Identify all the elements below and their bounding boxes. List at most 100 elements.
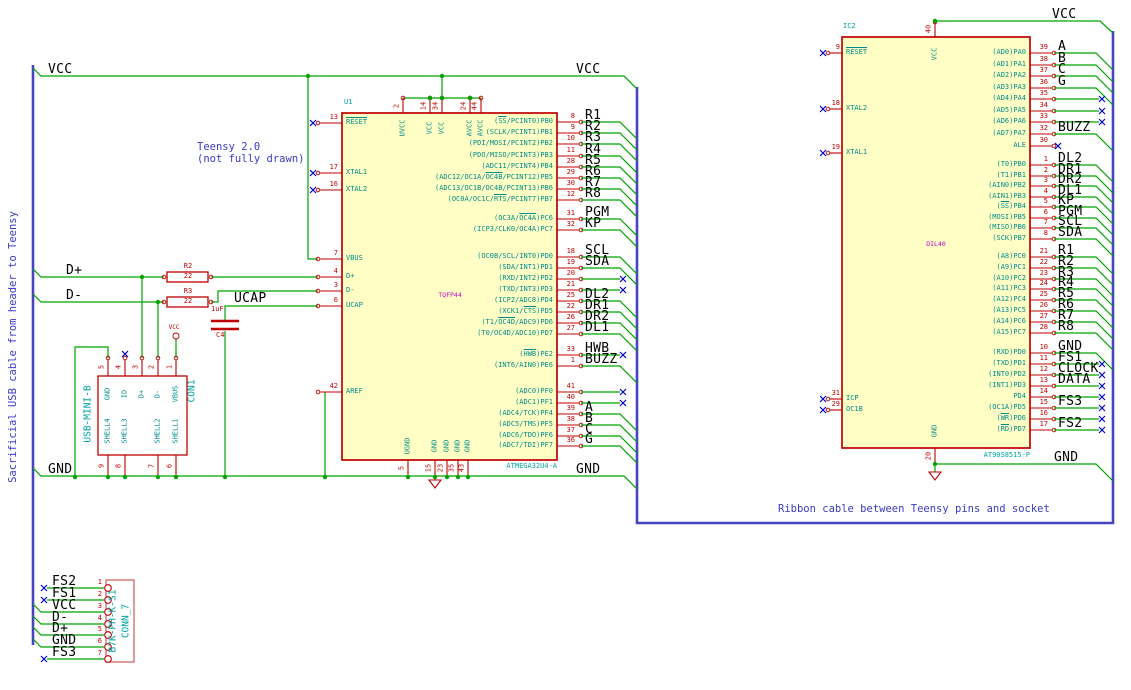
r2-reference: R2 (183, 262, 193, 270)
u1-pin-name: (ADC12/OC1A/OC4B/PCINT12)PB5 (434, 173, 553, 181)
ic2-pin-name: (INT1)PD3 (988, 381, 1026, 389)
con1-pin-name: ID (120, 389, 129, 399)
u1-pin-number: 27 (566, 324, 575, 332)
con1-pin-name: SHELL3 (120, 418, 129, 444)
no-connect-icon (309, 186, 317, 194)
no-connect-icon (1098, 382, 1106, 390)
conn7-value: B7K-PH-K-S1 (107, 589, 119, 653)
r3-value: 22 (183, 297, 193, 305)
no-connect-icon (819, 49, 827, 57)
net-label-sda: SDA (585, 254, 610, 269)
con1-pin-name: D+ (137, 389, 146, 399)
pin-end (315, 120, 321, 126)
conn7-pin-number: 5 (97, 625, 102, 633)
u1-pin-name: (SS/PCINT0)PB0 (493, 117, 553, 125)
ic2-pin-number: 24 (1039, 279, 1048, 287)
ic2-pin-number: 6 (1043, 208, 1048, 216)
c4-value: 1uF (211, 305, 224, 313)
u1-pin-name: GND (430, 439, 439, 453)
conn7-pin-number: 1 (97, 578, 102, 586)
no-connect-icon (1098, 371, 1106, 379)
u1-pin-number: 13 (329, 113, 338, 121)
no-connect-icon (40, 596, 48, 604)
u1-pin-number: 43 (457, 463, 466, 473)
con1-value: USB-MINI-B (82, 385, 94, 443)
u1-pin-number: 21 (566, 280, 575, 288)
u1-pin-name: (PDO/MISO/PCINT3)PB3 (468, 151, 553, 159)
vcc-power-symbol[interactable] (172, 332, 180, 340)
u1-pin-number: 9 (570, 123, 575, 131)
u1-pin-number: 33 (566, 345, 575, 353)
con1-pin-name: D- (153, 389, 162, 399)
ic2-pin-number: 23 (1039, 269, 1048, 277)
net-label-vcc: VCC (1052, 7, 1077, 22)
pin-end (825, 106, 831, 112)
ic2-pin-name: (OC1A)PD5 (988, 403, 1026, 411)
ic2-pin-name: (RD)PD7 (996, 425, 1026, 433)
junction-dot (439, 73, 445, 79)
net-label-gnd: GND (48, 462, 73, 477)
con1-pin-name: GND (103, 387, 112, 401)
conn7-pin-number: 4 (97, 614, 102, 622)
conn7-pin-number: 2 (97, 590, 102, 598)
u1-pin-name: (ADC4/TCK)PF4 (498, 409, 553, 417)
ic2-pin-number: 14 (1039, 387, 1048, 395)
no-connect-icon (1098, 95, 1106, 103)
con1-pin-number: 7 (147, 463, 156, 469)
r3-reference: R3 (183, 287, 193, 295)
con1-pin-number: 5 (97, 364, 106, 370)
u1-pin-number: 19 (566, 258, 575, 266)
net-label-kp: KP (585, 216, 602, 231)
no-connect-icon (1098, 107, 1106, 115)
junction-dot (222, 474, 228, 480)
ic2-pin-number: 26 (1039, 301, 1048, 309)
note-usb-cable: Sacrificial USB cable from header to Tee… (6, 211, 19, 483)
schematic-svg (31, 18, 1115, 663)
net-label-dminus: D- (66, 288, 83, 303)
conn7-reference: CONN_7 (120, 603, 132, 639)
u1-pin-number: 15 (424, 463, 433, 473)
no-connect-icon (309, 119, 317, 127)
u1-pin-name: (ADC11/PCINT4)PB4 (481, 162, 553, 170)
ic2-pin-number: 25 (1039, 290, 1048, 298)
pin-end (825, 396, 831, 402)
pin-end (825, 150, 831, 156)
u1-pin-name: GND (442, 439, 451, 453)
ic2-pin-name: (A11)PC3 (992, 284, 1026, 292)
u1-pin-name: RESET (346, 118, 368, 126)
u1-pin-name: (OC3A/OC4A)PC6 (493, 214, 553, 222)
u1-pin-name: D+ (346, 272, 355, 280)
ic2-pin-number: 3 (1043, 176, 1048, 184)
junction-dot (155, 474, 161, 480)
u1-pin-number: 31 (566, 209, 575, 217)
u1-pin-name: (SDA/INT1)PD1 (498, 263, 553, 271)
u1-pin-name: (HWB)PE2 (519, 350, 553, 358)
net-label-dl1: DL1 (585, 320, 610, 335)
u1-pin-number: 6 (333, 296, 338, 304)
u1-pin-number: 36 (566, 436, 575, 444)
u1-pin-name: GND (453, 439, 462, 453)
junction-dot (432, 474, 438, 480)
wire-segment (581, 445, 638, 464)
ic2-pin-name: (AIN1)PB3 (988, 192, 1026, 200)
u1-pin-name: (ADC1)PF1 (515, 398, 553, 406)
u1-pin-name: (ADC13/OC1B/OC4B/PCINT13)PB6 (434, 184, 553, 192)
component-bodies (97, 36, 1031, 663)
con1-pin-number: 8 (114, 463, 123, 469)
net-label-gnd: GND (1054, 450, 1079, 465)
ic2-pin-number: 8 (1043, 229, 1048, 237)
conn7-pin-number: 7 (97, 649, 102, 657)
ic2-pin-name: (AD2)PA2 (992, 71, 1026, 79)
u1-pin-name: UVCC (398, 119, 407, 137)
ic2-pin-number: 12 (1039, 365, 1048, 373)
u1-pin-name: (ADC5/TMS)PF5 (498, 420, 553, 428)
ic2-pin-name: GND (930, 424, 939, 438)
schematic-canvas: Sacrificial USB cable from header to Tee… (0, 0, 1131, 690)
u1-pin-name: (XCK1/CTS)PD5 (498, 307, 553, 315)
u1-pin-name: (ADC6/TDO)PF6 (498, 431, 553, 439)
net-label-fs3: FS3 (1058, 394, 1083, 409)
pin-end (1051, 143, 1057, 149)
c4-body[interactable] (211, 319, 239, 331)
ic2-pin-number: 18 (831, 99, 840, 107)
no-connect-icon (819, 149, 827, 157)
